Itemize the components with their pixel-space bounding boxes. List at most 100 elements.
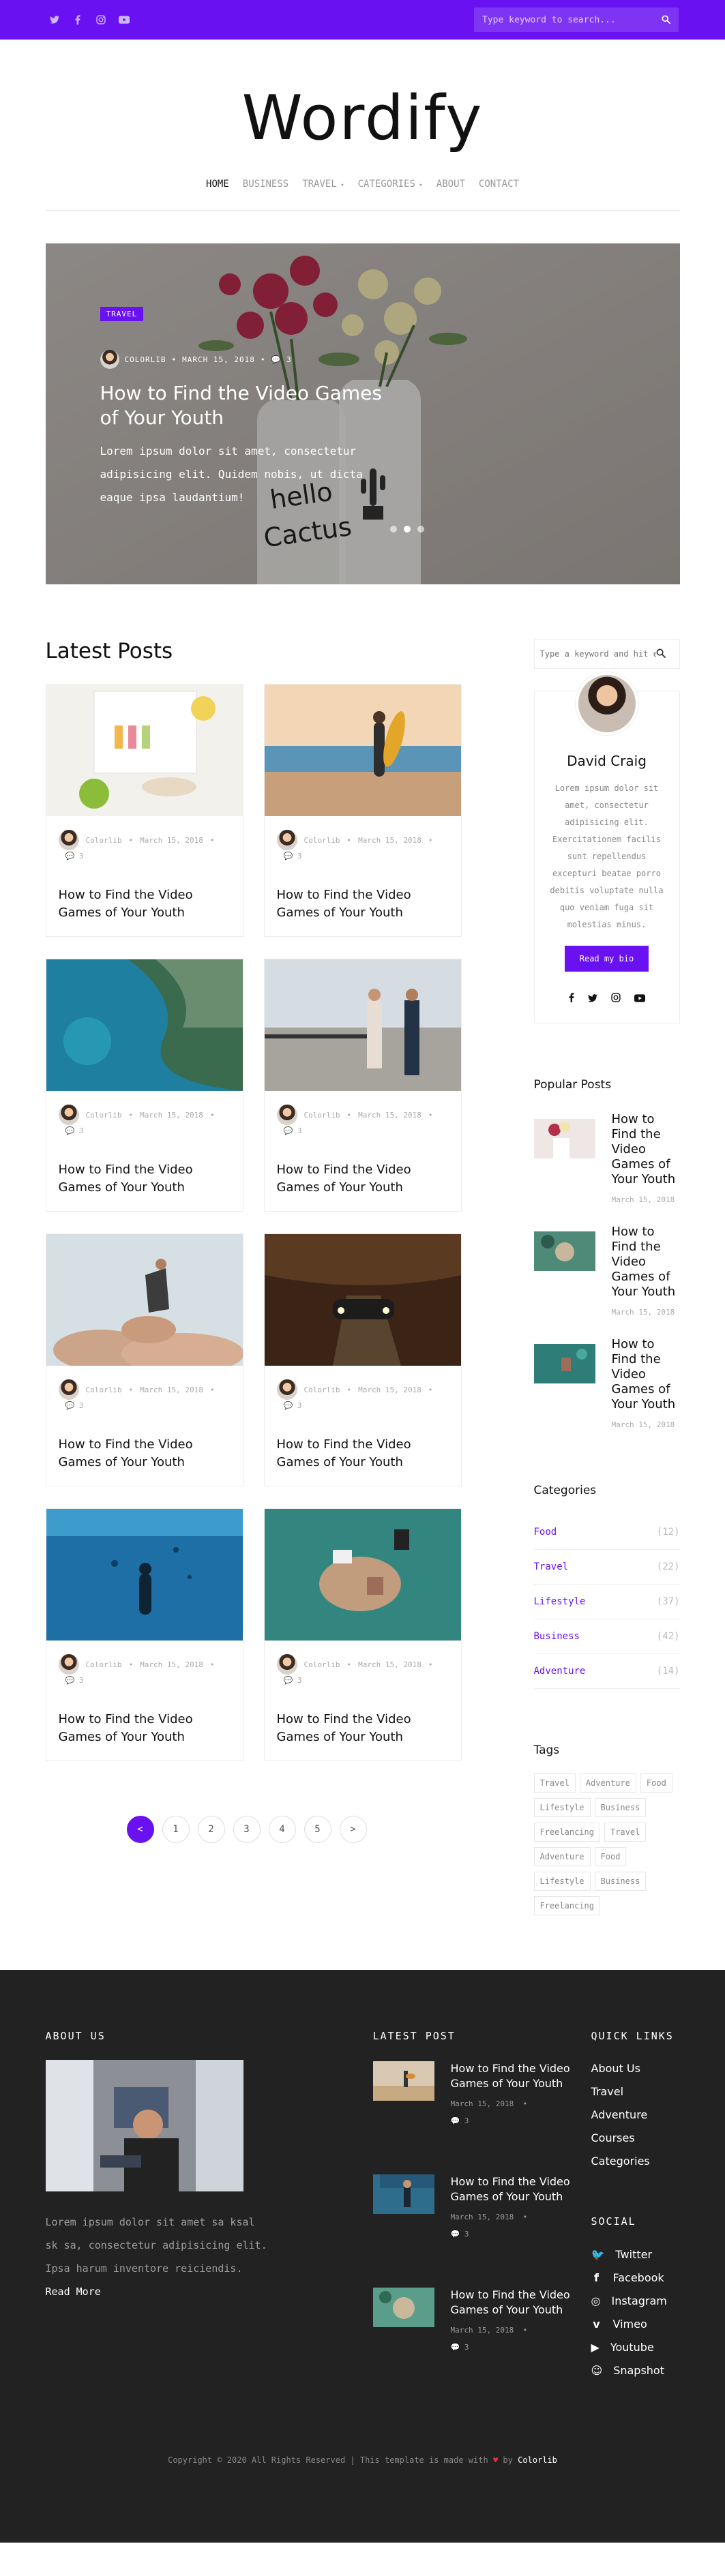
footer-post[interactable]: How to Find the Video Games of Your Yout… bbox=[372, 2174, 591, 2268]
read-bio-button[interactable]: Read my bio bbox=[564, 946, 649, 972]
quick-link-categories[interactable]: Categories bbox=[591, 2150, 680, 2173]
popular-post[interactable]: How to Find the Video Games of Your Yout… bbox=[533, 1337, 680, 1429]
colorlib-link[interactable]: Colorlib bbox=[518, 2455, 557, 2465]
post-title[interactable]: How to Find the Video Games of Your Yout… bbox=[59, 1436, 231, 1471]
tag-item[interactable]: Adventure bbox=[579, 1773, 636, 1793]
tag-item[interactable]: Business bbox=[594, 1872, 647, 1891]
category-item[interactable]: Adventure (14) bbox=[533, 1654, 680, 1689]
sidebar-search-input[interactable] bbox=[539, 649, 656, 659]
post-title[interactable]: How to Find the Video Games of Your Yout… bbox=[277, 1711, 449, 1746]
facebook-icon[interactable] bbox=[569, 992, 574, 1005]
post-title[interactable]: How to Find the Video Games of Your Yout… bbox=[277, 886, 449, 922]
site-logo[interactable]: Wordify bbox=[0, 71, 725, 166]
post-title[interactable]: How to Find the Video Games of Your Yout… bbox=[277, 1436, 449, 1471]
post-card[interactable]: Colorlib • March 15, 2018 • 💬 3 How to F… bbox=[45, 959, 243, 1212]
slider-dot-active[interactable] bbox=[403, 526, 411, 533]
post-image[interactable] bbox=[46, 1234, 243, 1366]
post-title[interactable]: How to Find the Video Games of Your Yout… bbox=[59, 1161, 231, 1197]
quick-link-adventure[interactable]: Adventure bbox=[591, 2103, 680, 2127]
tag-item[interactable]: Freelancing bbox=[533, 1823, 600, 1842]
category-item[interactable]: Travel (22) bbox=[533, 1550, 680, 1585]
nav-travel[interactable]: TRAVEL ▾ bbox=[302, 179, 344, 190]
post-image[interactable] bbox=[46, 959, 243, 1091]
nav-home[interactable]: HOME bbox=[206, 179, 229, 190]
category-item[interactable]: Lifestyle (37) bbox=[533, 1585, 680, 1619]
quick-link-about[interactable]: About Us bbox=[591, 2057, 680, 2080]
post-image[interactable] bbox=[264, 685, 461, 816]
post-author[interactable]: Colorlib bbox=[304, 1111, 340, 1120]
post-image[interactable] bbox=[46, 1509, 243, 1641]
popular-post[interactable]: How to Find the Video Games of Your Yout… bbox=[533, 1112, 680, 1204]
post-author[interactable]: Colorlib bbox=[86, 836, 122, 845]
post-image[interactable] bbox=[46, 685, 243, 816]
post-author[interactable]: Colorlib bbox=[304, 1660, 340, 1669]
post-author[interactable]: Colorlib bbox=[86, 1111, 122, 1120]
quick-link-travel[interactable]: Travel bbox=[591, 2080, 680, 2103]
search-icon[interactable] bbox=[662, 14, 670, 27]
footer-post-title[interactable]: How to Find the Video Games of Your Yout… bbox=[451, 2288, 591, 2318]
youtube-icon[interactable] bbox=[634, 992, 645, 1005]
post-author[interactable]: Colorlib bbox=[304, 836, 340, 845]
post-card[interactable]: Colorlib • March 15, 2018 • 💬 3 How to F… bbox=[45, 684, 243, 937]
footer-post[interactable]: How to Find the Video Games of Your Yout… bbox=[372, 2061, 591, 2155]
footer-social-instagram[interactable]: ◎ Instagram bbox=[591, 2289, 680, 2312]
popular-post-title[interactable]: How to Find the Video Games of Your Yout… bbox=[612, 1112, 680, 1187]
post-image[interactable] bbox=[264, 1509, 461, 1641]
footer-social-snapchat[interactable]: ☺ Snapshot bbox=[591, 2358, 680, 2382]
page-next[interactable]: > bbox=[339, 1816, 367, 1843]
footer-social-youtube[interactable]: ▶ Youtube bbox=[591, 2335, 680, 2358]
youtube-icon[interactable] bbox=[119, 14, 130, 25]
post-author[interactable]: Colorlib bbox=[86, 1660, 122, 1669]
tag-item[interactable]: Lifestyle bbox=[533, 1872, 591, 1891]
tag-item[interactable]: Travel bbox=[533, 1773, 576, 1793]
top-search-input[interactable] bbox=[482, 14, 662, 25]
tag-item[interactable]: Food bbox=[594, 1847, 627, 1866]
read-more-link[interactable]: Read More bbox=[46, 2286, 101, 2298]
instagram-icon[interactable] bbox=[95, 14, 106, 25]
popular-post-title[interactable]: How to Find the Video Games of Your Yout… bbox=[612, 1337, 680, 1412]
hero-author[interactable]: COLORLIB bbox=[125, 355, 166, 364]
hero-title[interactable]: How to Find the Video Games of Your Yout… bbox=[100, 381, 394, 430]
twitter-icon[interactable] bbox=[587, 992, 597, 1005]
hero-slider[interactable]: hello Cactus TRAVEL COLORLIB • MARCH 15,… bbox=[45, 243, 680, 584]
nav-categories[interactable]: CATEGORIES ▾ bbox=[358, 179, 423, 190]
post-card[interactable]: Colorlib • March 15, 2018 • 💬 3 How to F… bbox=[45, 1508, 243, 1761]
page-5[interactable]: 5 bbox=[304, 1816, 331, 1843]
page-2[interactable]: 2 bbox=[197, 1816, 225, 1843]
instagram-icon[interactable] bbox=[610, 992, 621, 1005]
tag-item[interactable]: Food bbox=[640, 1773, 672, 1793]
footer-social-vimeo[interactable]: v Vimeo bbox=[591, 2312, 680, 2335]
search-icon[interactable] bbox=[656, 648, 666, 661]
slider-dot[interactable] bbox=[417, 526, 424, 533]
post-card[interactable]: Colorlib • March 15, 2018 • 💬 3 How to F… bbox=[263, 1508, 462, 1761]
post-card[interactable]: Colorlib • March 15, 2018 • 💬 3 How to F… bbox=[45, 1233, 243, 1486]
slider-dot[interactable] bbox=[389, 526, 397, 533]
page-prev[interactable]: < bbox=[126, 1816, 154, 1843]
post-title[interactable]: How to Find the Video Games of Your Yout… bbox=[59, 886, 231, 922]
post-image[interactable] bbox=[264, 959, 461, 1091]
category-item[interactable]: Business (42) bbox=[533, 1619, 680, 1654]
nav-contact[interactable]: CONTACT bbox=[479, 179, 519, 190]
post-title[interactable]: How to Find the Video Games of Your Yout… bbox=[59, 1711, 231, 1746]
footer-post-title[interactable]: How to Find the Video Games of Your Yout… bbox=[451, 2174, 591, 2204]
popular-post-title[interactable]: How to Find the Video Games of Your Yout… bbox=[612, 1225, 680, 1300]
footer-post-title[interactable]: How to Find the Video Games of Your Yout… bbox=[451, 2061, 591, 2091]
nav-about[interactable]: ABOUT bbox=[437, 179, 465, 190]
popular-post[interactable]: How to Find the Video Games of Your Yout… bbox=[533, 1225, 680, 1317]
post-image[interactable] bbox=[264, 1234, 461, 1366]
tag-item[interactable]: Adventure bbox=[533, 1847, 591, 1866]
category-item[interactable]: Food (12) bbox=[533, 1515, 680, 1550]
post-author[interactable]: Colorlib bbox=[304, 1386, 340, 1394]
facebook-icon[interactable] bbox=[72, 14, 83, 25]
category-badge[interactable]: TRAVEL bbox=[100, 307, 144, 321]
tag-item[interactable]: Freelancing bbox=[533, 1896, 600, 1915]
tag-item[interactable]: Business bbox=[594, 1798, 647, 1817]
quick-link-courses[interactable]: Courses bbox=[591, 2127, 680, 2150]
post-title[interactable]: How to Find the Video Games of Your Yout… bbox=[277, 1161, 449, 1197]
footer-social-twitter[interactable]: 🐦 Twitter bbox=[591, 2243, 680, 2266]
post-card[interactable]: Colorlib • March 15, 2018 • 💬 3 How to F… bbox=[263, 959, 462, 1212]
tag-item[interactable]: Lifestyle bbox=[533, 1798, 591, 1817]
twitter-icon[interactable] bbox=[49, 14, 60, 25]
footer-social-facebook[interactable]: f Facebook bbox=[591, 2266, 680, 2289]
nav-business[interactable]: BUSINESS bbox=[243, 179, 288, 190]
